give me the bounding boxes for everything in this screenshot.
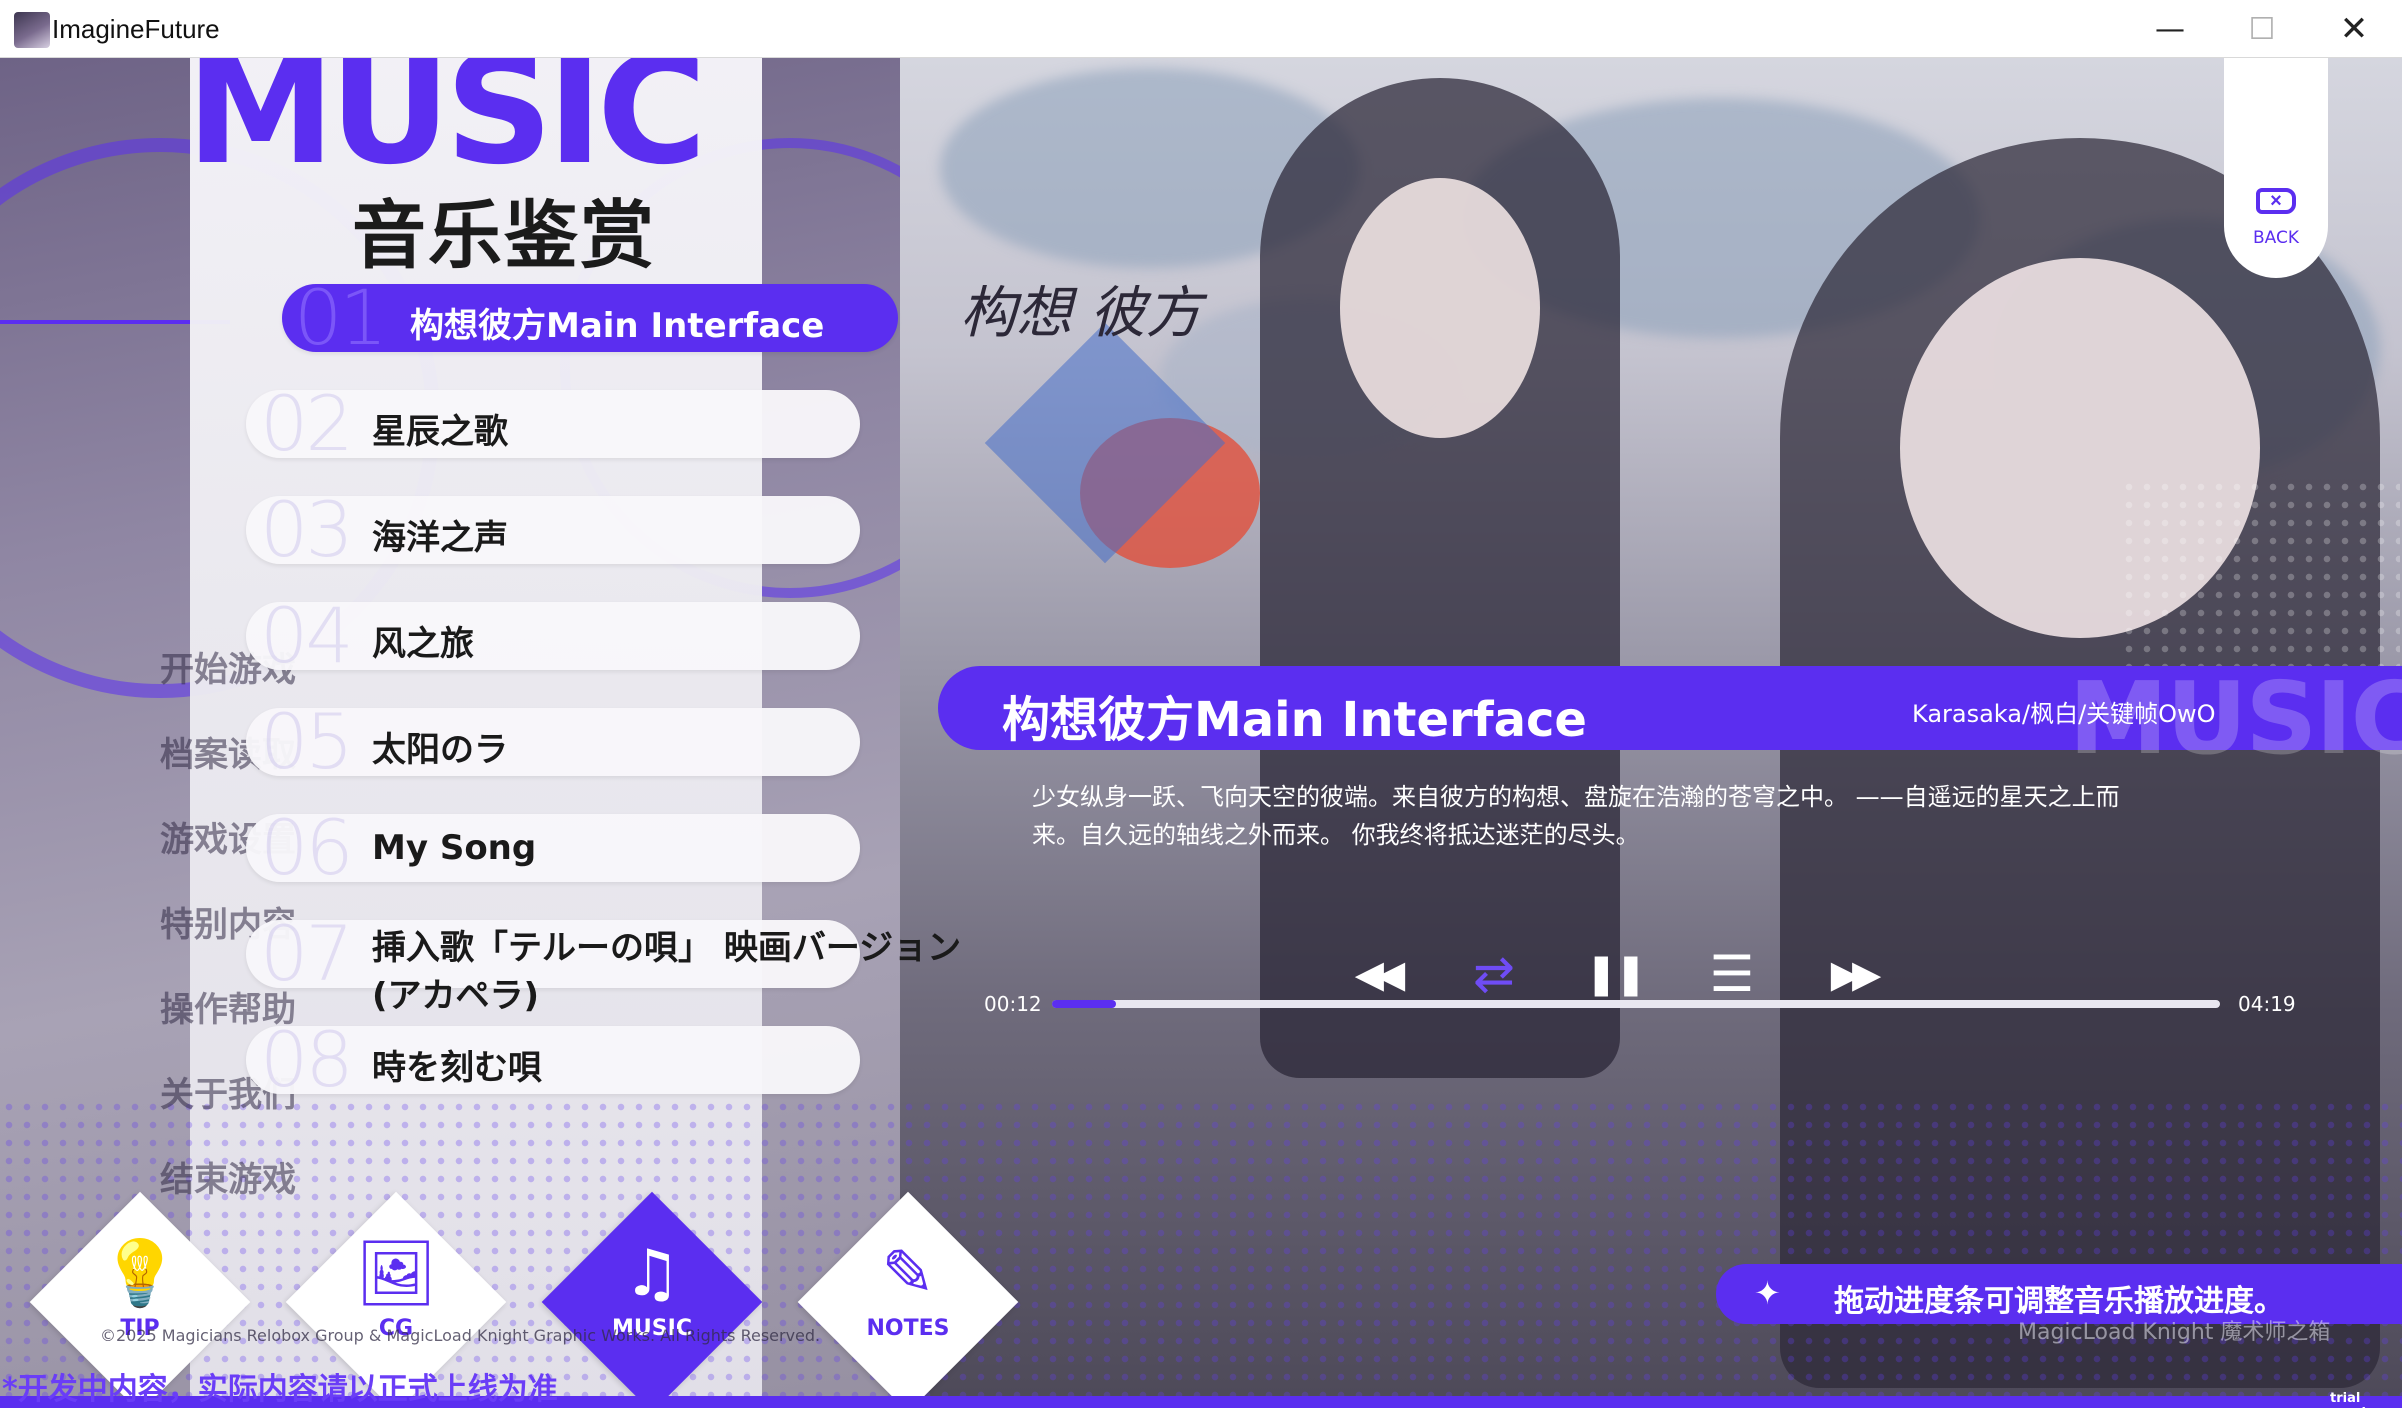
back-label: BACK	[2252, 228, 2299, 248]
progress-bar[interactable]	[1052, 1000, 2220, 1008]
lightbulb-icon: 💡	[100, 1237, 180, 1311]
elapsed-time: 00:12	[984, 992, 1042, 1016]
total-time: 04:19	[2238, 992, 2296, 1016]
song-title: My Song	[372, 828, 537, 868]
app-icon	[14, 12, 50, 48]
close-button[interactable]: ✕	[2308, 0, 2400, 58]
image-icon: 🖼	[355, 1237, 437, 1311]
now-playing-banner: MUSIC 构想彼方Main Interface Karasaka/枫白/关键帧…	[938, 660, 2402, 777]
song-item-07[interactable]: 07 挿入歌「テルーの唄」 映画バージョン (アカペラ)	[246, 916, 961, 1016]
maximize-button[interactable]: ☐	[2216, 0, 2308, 58]
song-item-01[interactable]: 01 构想彼方Main Interface	[282, 280, 898, 356]
song-number: 03	[260, 485, 354, 574]
back-button[interactable]: × BACK	[2224, 58, 2328, 278]
song-title: 挿入歌「テルーの唄」 映画バージョン (アカペラ)	[372, 928, 962, 1016]
nav-label: NOTES	[866, 1316, 950, 1341]
song-item-05[interactable]: 05 太阳のラ	[246, 704, 860, 780]
game-canvas: 构想 彼方 开始游戏 档案读取 游戏设置 特别内容 操作帮助 关于我们 结束游戏…	[0, 58, 2402, 1408]
window-title: ImagineFuture	[52, 14, 220, 44]
music-heading: MUSIC	[186, 58, 707, 198]
pencil-icon: ✎	[881, 1237, 935, 1311]
song-title: 時を刻む唄	[372, 1048, 542, 1088]
sparkle-icon: ✦	[1754, 1274, 1781, 1312]
song-item-04[interactable]: 04 风之旅	[246, 598, 860, 674]
now-playing-title: 构想彼方Main Interface	[1002, 692, 1587, 748]
page-title: 音乐鉴赏	[352, 193, 656, 279]
song-number: 06	[260, 803, 354, 892]
progress-fill	[1052, 1000, 1117, 1008]
game-logo: 构想 彼方	[960, 281, 1202, 346]
copyright-text: ©2025 Magicians Relobox Group & MagicLoa…	[100, 1326, 821, 1345]
ghost-menu-item: 结束游戏	[160, 1160, 296, 1200]
song-number: 01	[294, 273, 388, 362]
song-title: 构想彼方Main Interface	[410, 306, 825, 346]
song-item-02[interactable]: 02 星辰之歌	[246, 386, 860, 462]
nav-notes[interactable]: ✎ NOTES	[798, 1238, 1018, 1341]
song-title: 星辰之歌	[372, 412, 508, 452]
brand-marks: MagicLoad Knight 魔术师之箱	[2018, 1320, 2331, 1345]
window-title-bar: ImagineFuture — ☐ ✕	[0, 0, 2402, 58]
development-notice: *开发中内容，实际内容请以正式上线为准	[2, 1372, 558, 1407]
song-title: 风之旅	[372, 624, 474, 664]
backspace-icon: ×	[2256, 188, 2296, 214]
music-note-icon: ♫	[623, 1237, 681, 1311]
trial-version-label: trial version	[2330, 1391, 2384, 1408]
now-playing-artist: Karasaka/枫白/关键帧OwO	[1912, 700, 2216, 728]
song-title: 太阳のラ	[372, 730, 508, 770]
song-number: 07	[260, 909, 354, 998]
song-title: 海洋之声	[372, 518, 508, 558]
song-item-03[interactable]: 03 海洋之声	[246, 492, 860, 568]
minimize-button[interactable]: —	[2124, 0, 2216, 58]
song-number: 04	[260, 591, 354, 680]
song-item-06[interactable]: 06 My Song	[246, 810, 860, 886]
song-number: 02	[260, 379, 354, 468]
song-item-08[interactable]: 08 時を刻む唄	[246, 1022, 860, 1098]
song-number: 08	[260, 1015, 354, 1104]
song-description: 少女纵身一跃、飞向天空的彼端。来自彼方的构想、盘旋在浩瀚的苍穹之中。 ——自遥远…	[1032, 783, 2120, 849]
song-number: 05	[260, 697, 354, 786]
